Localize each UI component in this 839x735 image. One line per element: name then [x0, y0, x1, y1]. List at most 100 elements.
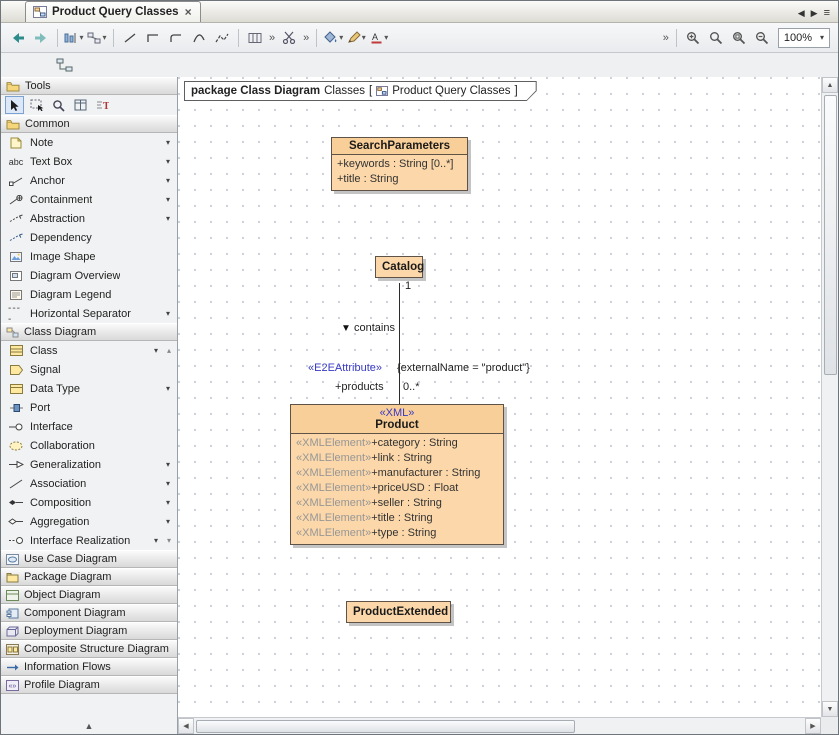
class-catalog[interactable]: Catalog: [375, 256, 423, 278]
chevron-down-icon[interactable]: ▾: [339, 33, 343, 42]
rectilinear-line-button[interactable]: [142, 27, 164, 49]
palette-item-signal[interactable]: Signal: [1, 360, 177, 379]
scroll-right-icon[interactable]: ▶: [805, 718, 821, 734]
palette-item-port[interactable]: Port: [1, 398, 177, 417]
chevron-down-icon[interactable]: ▾: [166, 157, 173, 166]
tab-list-icon[interactable]: ≡: [824, 7, 830, 19]
chevron-down-icon[interactable]: ▾: [102, 33, 106, 42]
font-color-button[interactable]: A ▾: [368, 27, 390, 49]
palette-section-deployment-diagram[interactable]: Deployment Diagram: [1, 622, 177, 640]
palette-section-information-flows[interactable]: Information Flows: [1, 658, 177, 676]
select-tool[interactable]: [5, 96, 24, 114]
chevron-down-icon[interactable]: ▾: [362, 33, 366, 42]
previous-tab-icon[interactable]: ◀: [798, 8, 805, 19]
fill-color-button[interactable]: ▾: [322, 27, 344, 49]
zoom-in-icon[interactable]: [682, 27, 704, 49]
horizontal-scroll-track[interactable]: [194, 719, 805, 734]
chevron-down-icon[interactable]: ▾: [166, 176, 173, 185]
chevron-down-icon[interactable]: ▾: [166, 384, 173, 393]
swimlane-button[interactable]: [244, 27, 266, 49]
overflow-chevron-icon[interactable]: »: [301, 32, 311, 44]
palette-item-note[interactable]: Note ▾: [1, 133, 177, 152]
palette-section-component-diagram[interactable]: Component Diagram: [1, 604, 177, 622]
palette-item-class[interactable]: Class ▾ ▴: [1, 341, 177, 360]
palette-item-data-type[interactable]: Data Type ▾: [1, 379, 177, 398]
spline-line-button[interactable]: [211, 27, 233, 49]
palette-item-abstraction[interactable]: Abstraction ▾: [1, 209, 177, 228]
palette-section-composite-structure-diagram[interactable]: Composite Structure Diagram: [1, 640, 177, 658]
class-product-extended[interactable]: ProductExtended: [346, 601, 451, 623]
scroll-left-icon[interactable]: ◀: [178, 718, 194, 734]
palette-section-profile-diagram[interactable]: «» Profile Diagram: [1, 676, 177, 694]
palette-item-interface[interactable]: Interface: [1, 417, 177, 436]
zoom-fit-icon[interactable]: [728, 27, 750, 49]
palette-section-use-case-diagram[interactable]: Use Case Diagram: [1, 550, 177, 568]
zoom-reset-icon[interactable]: [705, 27, 727, 49]
palette-item-diagram-legend[interactable]: Diagram Legend: [1, 285, 177, 304]
palette-item-text-box[interactable]: abc Text Box ▾: [1, 152, 177, 171]
next-tab-icon[interactable]: ▶: [811, 8, 818, 19]
swimlane-tool[interactable]: [71, 96, 90, 114]
chevron-down-icon[interactable]: ▾: [166, 309, 173, 318]
palette-collapse-icon[interactable]: ▲: [1, 718, 177, 734]
scroll-up-icon[interactable]: ▲: [822, 77, 838, 93]
palette-item-generalization[interactable]: Generalization ▾: [1, 455, 177, 474]
palette-section-package-diagram[interactable]: Package Diagram: [1, 568, 177, 586]
zoom-tool[interactable]: [49, 96, 68, 114]
association-source-multiplicity[interactable]: 1: [405, 280, 411, 292]
palette-item-association[interactable]: Association ▾: [1, 474, 177, 493]
vertical-scrollbar[interactable]: ▲ ▼: [821, 77, 838, 717]
vertical-scroll-thumb[interactable]: [824, 95, 837, 375]
marquee-select-tool[interactable]: [27, 96, 46, 114]
palette-section-class-diagram[interactable]: Class Diagram: [1, 323, 177, 341]
vertical-scroll-track[interactable]: [823, 93, 838, 701]
containment-tree-icon[interactable]: [53, 55, 75, 75]
chevron-down-icon[interactable]: ▾: [166, 479, 173, 488]
diagram-canvas[interactable]: package Class Diagram Classes [ Product …: [178, 77, 838, 734]
zoom-out-icon[interactable]: [751, 27, 773, 49]
palette-section-object-diagram[interactable]: Object Diagram: [1, 586, 177, 604]
text-tool[interactable]: T: [93, 96, 112, 114]
chevron-down-icon[interactable]: ▾: [166, 498, 173, 507]
palette-item-diagram-overview[interactable]: Diagram Overview: [1, 266, 177, 285]
chevron-down-icon[interactable]: ▾: [384, 33, 388, 42]
overflow-chevron-icon[interactable]: »: [267, 32, 277, 44]
rounded-line-button[interactable]: [165, 27, 187, 49]
class-product[interactable]: «XML» Product «XMLElement»+category : St…: [290, 404, 504, 545]
palette-item-composition[interactable]: Composition ▾: [1, 493, 177, 512]
tab-product-query-classes[interactable]: Product Query Classes ×: [25, 1, 201, 22]
chevron-down-icon[interactable]: ▾: [166, 460, 173, 469]
chevron-down-icon[interactable]: ▾: [166, 517, 173, 526]
palette-item-aggregation[interactable]: Aggregation ▾: [1, 512, 177, 531]
horizontal-scroll-thumb[interactable]: [196, 720, 575, 733]
cut-button[interactable]: [278, 27, 300, 49]
palette-item-containment[interactable]: Containment ▾: [1, 190, 177, 209]
curved-line-button[interactable]: [188, 27, 210, 49]
palette-item-horizontal-separator[interactable]: ---- Horizontal Separator ▾: [1, 304, 177, 323]
association-contains-line[interactable]: [399, 283, 400, 404]
association-stereotype[interactable]: «E2EAttribute»: [308, 362, 382, 374]
chevron-down-icon[interactable]: ▾: [166, 214, 173, 223]
overflow-chevron-icon[interactable]: »: [661, 32, 671, 44]
close-tab-icon[interactable]: ×: [184, 5, 193, 19]
line-color-button[interactable]: ▾: [345, 27, 367, 49]
layout-button[interactable]: ▾: [86, 27, 108, 49]
palette-item-anchor[interactable]: Anchor ▾: [1, 171, 177, 190]
alignment-button[interactable]: ▾: [63, 27, 85, 49]
chevron-down-icon[interactable]: ▾: [166, 195, 173, 204]
diagram-viewport[interactable]: package Class Diagram Classes [ Product …: [178, 77, 821, 717]
palette-section-common[interactable]: Common: [1, 115, 177, 133]
palette-item-image-shape[interactable]: Image Shape: [1, 247, 177, 266]
horizontal-scrollbar[interactable]: ◀ ▶: [178, 717, 821, 734]
back-button[interactable]: [7, 27, 29, 49]
association-role-name[interactable]: +products: [335, 381, 384, 393]
oblique-line-button[interactable]: [119, 27, 141, 49]
association-constraint[interactable]: {externalName = "product"}: [397, 362, 530, 374]
palette-item-collaboration[interactable]: Collaboration: [1, 436, 177, 455]
chevron-down-icon[interactable]: ▾: [154, 346, 161, 355]
forward-button[interactable]: [30, 27, 52, 49]
association-name-label[interactable]: ▼ contains: [341, 322, 395, 334]
chevron-down-icon[interactable]: ▾: [154, 536, 161, 545]
chevron-down-icon[interactable]: ▾: [166, 138, 173, 147]
chevron-down-icon[interactable]: ▾: [79, 33, 83, 42]
